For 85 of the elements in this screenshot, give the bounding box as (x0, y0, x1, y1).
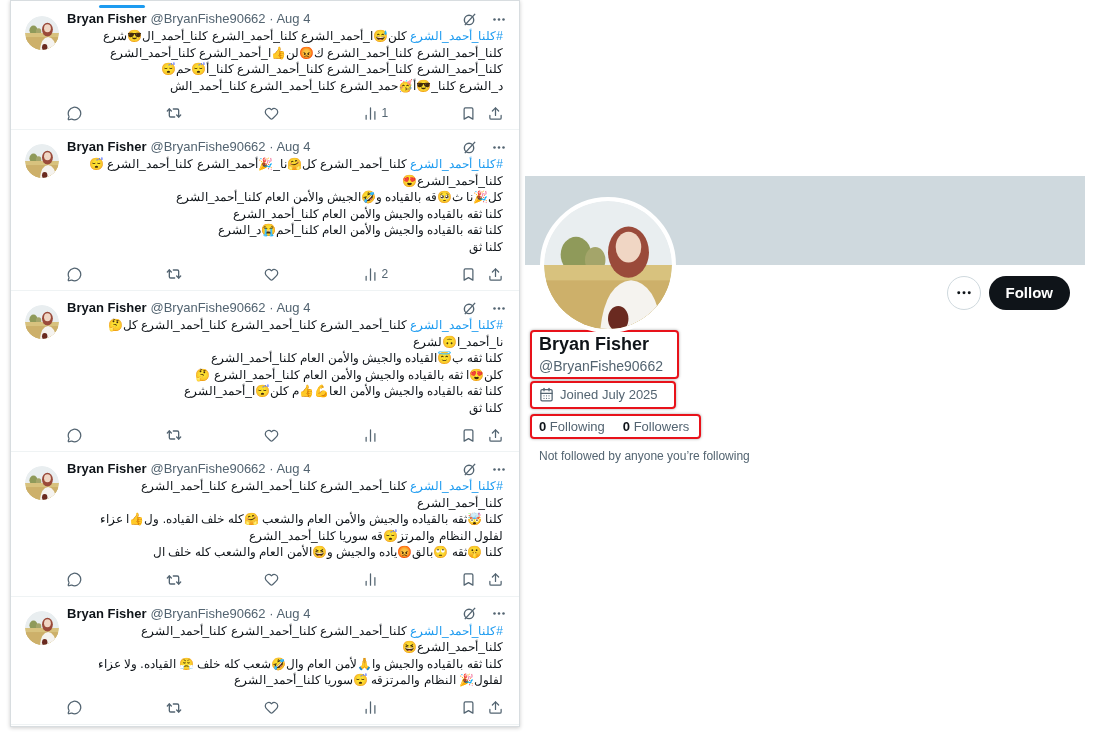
tweet-text: #كلنا_أحمد_الشرع كلنا_أحمد_الشرع كلنا_أحمد_الشرع كلنا_أحمد_الشرع (139, 478, 503, 495)
slash-circle-icon[interactable] (462, 461, 477, 477)
tweet-meta: @BryanFishe90662 · Aug 4 (150, 138, 311, 157)
view-count: 1 (381, 105, 389, 122)
slash-circle-icon[interactable] (462, 300, 477, 316)
repost-icon[interactable] (165, 427, 182, 443)
tweet-text: كلنا ثقه بالقياده والجيش والأمن العام كلنا_أحم😭د_الشرع (216, 222, 503, 239)
slash-circle-icon[interactable] (462, 139, 477, 155)
profile-handle: @BryanFishe90662 (539, 357, 663, 376)
reply-icon[interactable] (67, 427, 82, 443)
tweet-text: كلنا 🤯ثقه بالقياده والجيش والأمن العام والشعب 🤗كله خلف القياده. ول👍ا عزاء (99, 511, 503, 528)
share-icon[interactable] (488, 105, 503, 121)
like-icon[interactable] (264, 572, 279, 587)
tweet-text: كلنا_أحمد_الشرع كلنا_أحمد_الشرع كلنا_أحمد_الشرع كلنا_أ😴حم😴 (160, 61, 503, 78)
followers-note: Not followed by anyone you’re following (539, 448, 750, 465)
tweet-text: كل🎉نا ث🥺قه بالقياده و🤣الجيش والأمن العام كلنا_أحمد_الشرع (174, 189, 503, 206)
view-count: 2 (381, 266, 389, 283)
tweet-text: كلنا ثقه بالقياده والجيش والأمن العا💪👍م كلن😴ا_أحمد_الشرع (182, 383, 503, 400)
slash-circle-icon[interactable] (462, 606, 477, 621)
calendar-icon (539, 387, 554, 403)
author-name[interactable]: Bryan Fisher (67, 298, 147, 318)
author-name[interactable]: Bryan Fisher (67, 603, 147, 624)
more-icon[interactable] (493, 612, 505, 615)
reply-icon[interactable] (67, 266, 82, 282)
tweet-meta: @BryanFishe90662 · Aug 4 (150, 299, 311, 318)
bookmark-icon[interactable] (461, 266, 476, 282)
tweet-text: كلن😍ا ثقه بالقياده والجيش والأمن العام كلنا_أحمد_الشرع 🤔 (194, 366, 503, 383)
tweet-text: #كلنا_أحمد_الشرع كلنا_أحمد_الشرع كلنا_أحمد_الشرع كلنا_أحمد_الشرع (139, 622, 503, 639)
share-icon[interactable] (488, 427, 503, 443)
tweet-text: كلنا_أحمد_الشرع (415, 494, 503, 511)
views-icon[interactable] (362, 105, 378, 121)
tweet-text: نا_أحمد_ا🙃لشرع (411, 333, 503, 350)
more-icon[interactable] (956, 291, 971, 295)
author-name[interactable]: Bryan Fisher (67, 459, 147, 479)
more-icon[interactable] (493, 467, 505, 471)
tweet-text: كلنا ثق (467, 238, 503, 255)
author-name[interactable]: Bryan Fisher (67, 137, 147, 157)
slash-circle-icon[interactable] (462, 11, 477, 27)
tweet-text: كلنا ثقه بالقياده والجيش والأمن العام كلنا_أحمد_الشرع (231, 205, 503, 222)
tweet-text: #كلنا_أحمد_الشرع كلنا_أحمد_الشرع كل🤗نا_🎉أحمد_الشرع كلنا_أحمد_الشرع 😴 (87, 156, 503, 173)
views-icon[interactable] (362, 572, 378, 587)
more-icon[interactable] (493, 145, 505, 149)
tweet-text: كلنا_أحمد_الشرع كلنا_أحمد_الشرع ك😡لن👍ا_أحمد_الشرع كلنا_أحمد_الشرع (108, 44, 503, 61)
like-icon[interactable] (264, 427, 279, 443)
tweet-text: د_الشرع كلنا_😎أ🥳حمد_الشرع كلنا_أحمد_الشرع كلنا_أحمد_الش (169, 77, 503, 94)
bookmark-icon[interactable] (461, 105, 476, 121)
tweet-text: لفلول النظام والمرتز😴قه سوريا كلنا_أحمد_الشرع (248, 527, 503, 544)
views-icon[interactable] (362, 700, 378, 715)
tweet-text: لفلول🎉 النظام والمرتزقه 😴سوريا كلنا_أحمد_الشرع (233, 672, 503, 689)
bookmark-icon[interactable] (461, 572, 476, 587)
tweet-text: كلنا 🤫ثقه 🙄بالق😡ياده والجيش و😆الأمن العام والشعب كله خلف ال (152, 544, 503, 561)
like-icon[interactable] (264, 700, 279, 715)
like-icon[interactable] (264, 105, 279, 121)
reply-icon[interactable] (67, 572, 82, 587)
views-icon[interactable] (362, 427, 378, 443)
follow-button[interactable]: Follow (988, 276, 1070, 310)
share-icon[interactable] (488, 572, 503, 587)
tweet-text: كلنا ثقه ب😇القياده والجيش والأمن العام كلنا_أحمد_الشرع (209, 350, 503, 367)
bookmark-icon[interactable] (461, 427, 476, 443)
repost-icon[interactable] (165, 105, 182, 121)
tweet-text: #كلنا_أحمد_الشرع كلنا_أحمد_الشرع كلنا_أحمد_الشرع كلنا_أحمد_الشرع كل🤔 (106, 317, 503, 334)
tweet-text: كلنا_أحمد_الشرع😍 (400, 172, 503, 189)
tweet-text: #كلنا_أحمد_الشرع كلن😅ا_أحمد_الشرع كلنا_أحمد_الشرع كلنا_أحمد_ال😎شرع (101, 28, 503, 45)
share-icon[interactable] (488, 700, 503, 715)
more-icon[interactable] (493, 306, 505, 310)
followers-link[interactable]: 0 Followers (622, 416, 690, 436)
following-link[interactable]: 0 Following (539, 416, 605, 436)
share-icon[interactable] (488, 266, 503, 282)
joined-date: Joined July 2025 (560, 386, 658, 404)
tweet-text: كلنا ثقه بالقياده والجيش وا🙏لأمن العام وال🤣شعب كله خلف 😤 القياده. ولا عزاء (96, 655, 503, 672)
bookmark-icon[interactable] (461, 700, 476, 715)
profile-name: Bryan Fisher (539, 333, 651, 356)
like-icon[interactable] (264, 266, 279, 282)
tab-indicator (99, 5, 145, 8)
more-icon[interactable] (493, 17, 505, 21)
tweet-meta: @BryanFishe90662 · Aug 4 (150, 10, 311, 29)
author-name[interactable]: Bryan Fisher (67, 9, 147, 29)
tweet-meta: @BryanFishe90662 · Aug 4 (150, 460, 311, 479)
views-icon[interactable] (362, 266, 378, 282)
tweet-text: كلنا_أحمد_الشرع😆 (400, 639, 503, 656)
repost-icon[interactable] (165, 266, 182, 282)
tweet-meta: @BryanFishe90662 · Aug 4 (150, 604, 311, 623)
reply-icon[interactable] (67, 105, 82, 121)
reply-icon[interactable] (67, 700, 82, 715)
tweet-text: كلنا ثق (467, 399, 503, 416)
